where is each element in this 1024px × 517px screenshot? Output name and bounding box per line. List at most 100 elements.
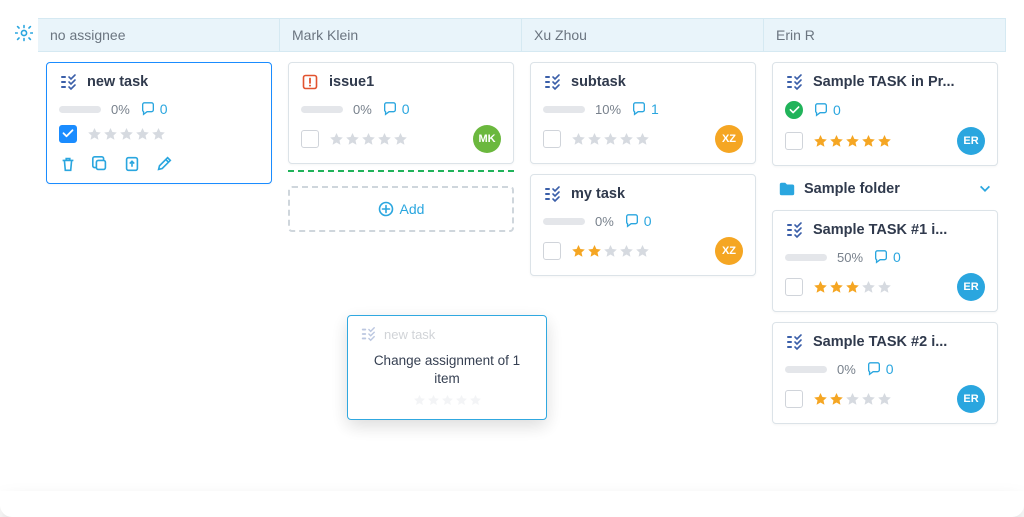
- folder-icon: [778, 180, 796, 198]
- card-title: Sample TASK in Pr...: [813, 74, 955, 90]
- selection-checkbox[interactable]: [785, 390, 803, 408]
- task-card[interactable]: Sample TASK #2 i... 0% 0 ER: [772, 322, 998, 424]
- card-title: Sample TASK #2 i...: [813, 334, 947, 350]
- card-title: subtask: [571, 74, 626, 90]
- comments-button[interactable]: 0: [382, 101, 410, 117]
- progress-bar: [543, 106, 585, 113]
- folder-name: Sample folder: [804, 181, 970, 197]
- kanban-board: no assignee new task 0% 0: [0, 0, 1024, 517]
- card-title: new task: [87, 74, 148, 90]
- chevron-down-icon: [978, 182, 992, 196]
- task-icon: [543, 73, 561, 91]
- task-icon: [360, 326, 376, 342]
- progress-percent: 0%: [353, 102, 372, 117]
- comment-icon: [624, 213, 640, 229]
- task-card[interactable]: issue1 0% 0 MK: [288, 62, 514, 164]
- issue-icon: [301, 73, 319, 91]
- comments-button[interactable]: 0: [866, 361, 894, 377]
- avatar[interactable]: ER: [957, 385, 985, 413]
- comment-icon: [813, 102, 829, 118]
- star-rating[interactable]: [87, 127, 166, 142]
- card-title: my task: [571, 186, 625, 202]
- task-icon: [785, 221, 803, 239]
- star-rating[interactable]: [813, 280, 892, 295]
- comments-button[interactable]: 0: [140, 101, 168, 117]
- progress-percent: 10%: [595, 102, 621, 117]
- delete-icon[interactable]: [59, 155, 77, 173]
- comments-button[interactable]: 0: [624, 213, 652, 229]
- task-card[interactable]: my task 0% 0 XZ: [530, 174, 756, 276]
- drag-tooltip: Change assignment of 1 item: [360, 352, 534, 388]
- task-card[interactable]: new task 0% 0: [46, 62, 272, 184]
- drop-indicator: [288, 170, 514, 172]
- star-rating[interactable]: [571, 244, 650, 259]
- avatar[interactable]: ER: [957, 127, 985, 155]
- progress-bar: [59, 106, 101, 113]
- progress-bar: [785, 254, 827, 261]
- star-rating[interactable]: [813, 134, 892, 149]
- column-header: Erin R: [764, 18, 1006, 52]
- comment-icon: [866, 361, 882, 377]
- comment-icon: [382, 101, 398, 117]
- column-erin-r: Erin R Sample TASK in Pr... 0 ER Sample …: [764, 18, 1006, 499]
- avatar[interactable]: XZ: [715, 125, 743, 153]
- comments-button[interactable]: 0: [813, 102, 841, 118]
- star-rating[interactable]: [571, 132, 650, 147]
- comment-count: 0: [402, 101, 410, 117]
- avatar[interactable]: ER: [957, 273, 985, 301]
- card-title: issue1: [329, 74, 374, 90]
- selection-checkbox[interactable]: [543, 242, 561, 260]
- progress-bar: [785, 366, 827, 373]
- column-header: Mark Klein: [280, 18, 522, 52]
- progress-bar: [543, 218, 585, 225]
- selection-checkbox[interactable]: [543, 130, 561, 148]
- folder-toggle[interactable]: Sample folder: [772, 176, 998, 200]
- selection-checkbox[interactable]: [785, 278, 803, 296]
- add-card-button[interactable]: Add: [288, 186, 514, 232]
- avatar[interactable]: MK: [473, 125, 501, 153]
- selection-checkbox[interactable]: [785, 132, 803, 150]
- task-card[interactable]: Sample TASK in Pr... 0 ER: [772, 62, 998, 166]
- ghost-card-title: new task: [384, 327, 435, 342]
- task-icon: [543, 185, 561, 203]
- column-mark-klein: Mark Klein issue1 0% 0 MK: [280, 18, 522, 499]
- comment-icon: [140, 101, 156, 117]
- star-rating[interactable]: [329, 132, 408, 147]
- star-rating: [360, 394, 534, 407]
- selection-checkbox[interactable]: [301, 130, 319, 148]
- progress-percent: 50%: [837, 250, 863, 265]
- export-icon[interactable]: [123, 155, 141, 173]
- card-toolbar: [59, 153, 259, 173]
- comment-count: 0: [893, 249, 901, 265]
- comment-count: 0: [644, 213, 652, 229]
- task-icon: [785, 333, 803, 351]
- task-card[interactable]: Sample TASK #1 i... 50% 0 ER: [772, 210, 998, 312]
- column-no-assignee: no assignee new task 0% 0: [38, 18, 280, 499]
- board-settings-icon[interactable]: [15, 24, 33, 42]
- comment-icon: [631, 101, 647, 117]
- task-icon: [59, 73, 77, 91]
- avatar[interactable]: XZ: [715, 237, 743, 265]
- progress-bar: [301, 106, 343, 113]
- comment-count: 0: [160, 101, 168, 117]
- plus-icon: [378, 201, 394, 217]
- progress-percent: 0%: [837, 362, 856, 377]
- comments-button[interactable]: 0: [873, 249, 901, 265]
- column-header: Xu Zhou: [522, 18, 764, 52]
- column-header: no assignee: [38, 18, 280, 52]
- card-title: Sample TASK #1 i...: [813, 222, 947, 238]
- star-rating[interactable]: [813, 392, 892, 407]
- comment-count: 0: [833, 102, 841, 118]
- comments-button[interactable]: 1: [631, 101, 659, 117]
- comment-count: 0: [886, 361, 894, 377]
- edit-icon[interactable]: [155, 155, 173, 173]
- task-icon: [785, 73, 803, 91]
- selection-checkbox[interactable]: [59, 125, 77, 143]
- progress-percent: 0%: [111, 102, 130, 117]
- add-label: Add: [400, 201, 425, 217]
- progress-percent: 0%: [595, 214, 614, 229]
- copy-icon[interactable]: [91, 155, 109, 173]
- comment-count: 1: [651, 101, 659, 117]
- task-card[interactable]: subtask 10% 1 XZ: [530, 62, 756, 164]
- column-xu-zhou: Xu Zhou subtask 10% 1 XZ my task: [522, 18, 764, 499]
